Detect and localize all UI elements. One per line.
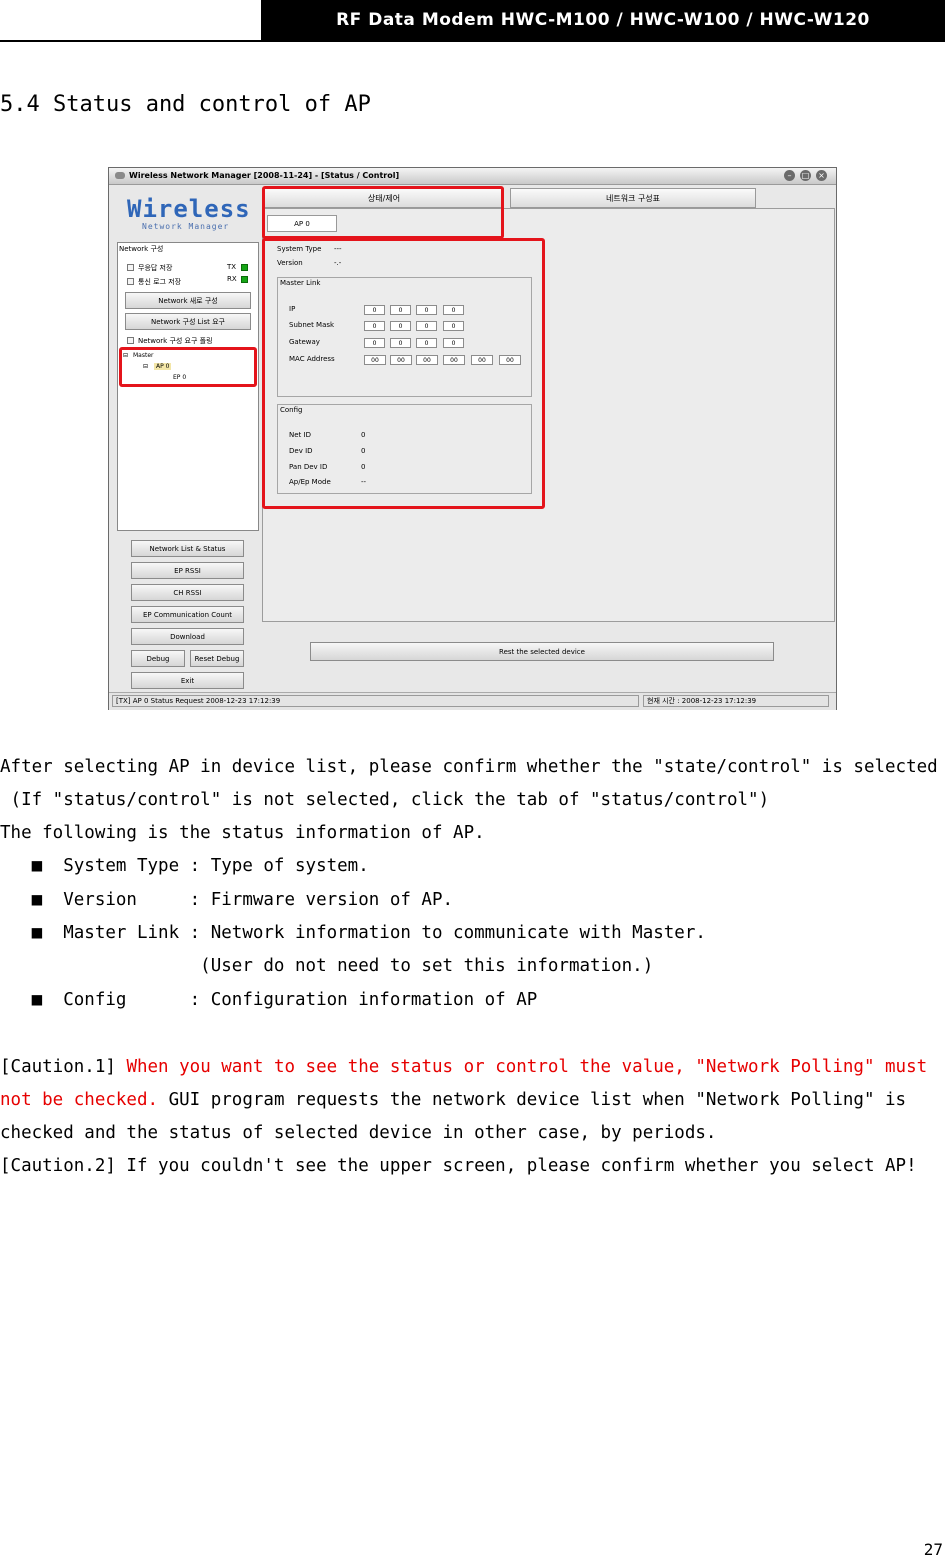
caution-1-warning: When you want to see the status or contr… — [126, 1057, 928, 1077]
debug-button[interactable]: Debug — [131, 650, 185, 667]
maximize-icon[interactable]: □ — [800, 170, 811, 181]
bullet-config: ■ Config : Configuration information of … — [0, 990, 538, 1010]
highlight-tab — [262, 186, 504, 239]
minimize-icon[interactable]: – — [784, 170, 795, 181]
caution-1-line-1: [Caution.1] When you want to see the sta… — [0, 1057, 945, 1077]
reset-selected-device-button[interactable]: Rest the selected device — [310, 642, 774, 661]
instruction-line-1: After selecting AP in device list, pleas… — [0, 757, 938, 777]
instruction-line-3: The following is the status information … — [0, 823, 485, 843]
ep-rssi-button[interactable]: EP RSSI — [131, 562, 244, 579]
app-screenshot: Wireless Network Manager [2008-11-24] - … — [108, 167, 837, 710]
ep-communication-count-button[interactable]: EP Communication Count — [131, 606, 244, 623]
bullet-system-type: ■ System Type : Type of system. — [0, 856, 369, 876]
header-rule — [0, 40, 945, 42]
caution-1-line-3: checked and the status of selected devic… — [0, 1123, 717, 1143]
exit-button[interactable]: Exit — [131, 672, 244, 689]
instruction-line-2: (If "status/control" is not selected, cl… — [0, 790, 770, 810]
highlight-status-area — [262, 238, 545, 509]
reset-debug-button[interactable]: Reset Debug — [190, 650, 244, 667]
caution-1-text: GUI program requests the network device … — [158, 1090, 907, 1110]
caution-1-prefix: [Caution.1] — [0, 1057, 127, 1077]
tx-indicator — [241, 264, 248, 271]
rx-label: RX — [227, 275, 237, 283]
no-response-save-label: 무응답 저장 — [138, 264, 173, 272]
status-current-time: 현재 시간 : 2008-12-23 17:12:39 — [643, 695, 829, 707]
ch-rssi-button[interactable]: CH RSSI — [131, 584, 244, 601]
no-response-save-checkbox[interactable] — [127, 264, 134, 271]
bullet-version: ■ Version : Firmware version of AP. — [0, 890, 454, 910]
comm-log-save-label: 통신 로그 저장 — [138, 278, 182, 286]
highlight-tree — [119, 347, 257, 387]
close-icon[interactable]: × — [816, 170, 827, 181]
caution-1-line-2: not be checked. GUI program requests the… — [0, 1090, 906, 1110]
status-message: [TX] AP 0 Status Request 2008-12-23 17:1… — [112, 695, 639, 707]
status-bar: [TX] AP 0 Status Request 2008-12-23 17:1… — [109, 692, 836, 710]
comm-log-save-checkbox[interactable] — [127, 278, 134, 285]
tab-network-config[interactable]: 네트워크 구성표 — [510, 188, 756, 208]
section-title: 5.4 Status and control of AP — [0, 92, 371, 117]
bullet-master-link-note: (User do not need to set this informatio… — [0, 956, 654, 976]
window-title: Wireless Network Manager [2008-11-24] - … — [129, 171, 400, 180]
logo-subtitle: Network Manager — [142, 222, 230, 231]
app-icon — [115, 172, 125, 179]
network-polling-label: Network 구성 요구 폴링 — [138, 337, 213, 345]
network-list-status-button[interactable]: Network List & Status — [131, 540, 244, 557]
bullet-master-link: ■ Master Link : Network information to c… — [0, 923, 706, 943]
page-number: 27 — [923, 1540, 943, 1559]
network-polling-checkbox[interactable] — [127, 337, 134, 344]
logo-text: Wireless — [127, 195, 251, 223]
caution-2: [Caution.2] If you couldn't see the uppe… — [0, 1156, 917, 1176]
network-group-label: Network 구성 — [119, 245, 164, 253]
tx-label: TX — [227, 263, 237, 271]
caution-1-warning-end: not be checked. — [0, 1090, 159, 1110]
new-network-button[interactable]: Network 새로 구성 — [125, 292, 251, 309]
rx-indicator — [241, 276, 248, 283]
document-header: RF Data Modem HWC-M100 / HWC-W100 / HWC-… — [261, 0, 945, 40]
request-network-list-button[interactable]: Network 구성 List 요구 — [125, 313, 251, 330]
download-button[interactable]: Download — [131, 628, 244, 645]
window-titlebar: Wireless Network Manager [2008-11-24] - … — [109, 168, 836, 185]
